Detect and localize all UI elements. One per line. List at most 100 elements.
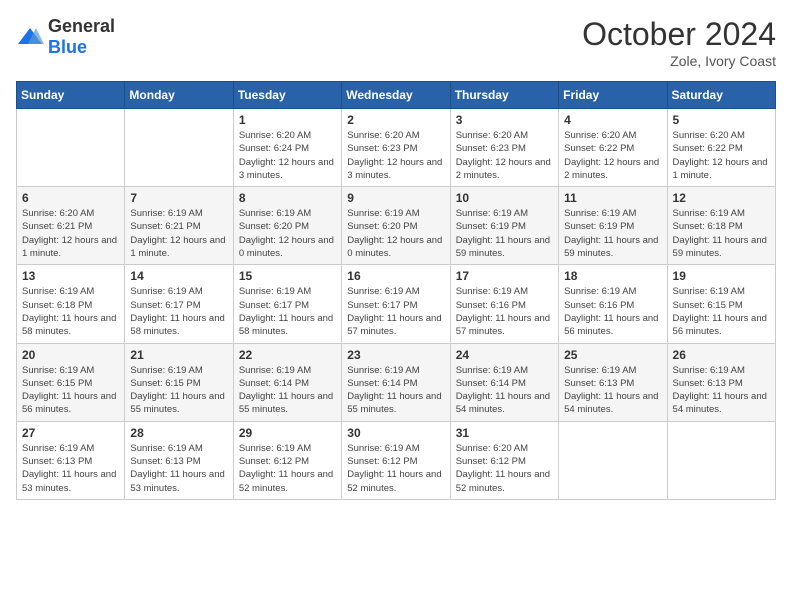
day-number: 15 xyxy=(239,269,336,283)
cell-content: Sunrise: 6:19 AM Sunset: 6:17 PM Dayligh… xyxy=(347,285,444,338)
calendar-cell: 14 Sunrise: 6:19 AM Sunset: 6:17 PM Dayli… xyxy=(125,265,233,343)
cell-content: Sunrise: 6:19 AM Sunset: 6:13 PM Dayligh… xyxy=(564,364,661,417)
day-number: 25 xyxy=(564,348,661,362)
weekday-header-tuesday: Tuesday xyxy=(233,82,341,109)
cell-content: Sunrise: 6:19 AM Sunset: 6:15 PM Dayligh… xyxy=(673,285,770,338)
cell-content: Sunrise: 6:20 AM Sunset: 6:23 PM Dayligh… xyxy=(347,129,444,182)
calendar-header-row: SundayMondayTuesdayWednesdayThursdayFrid… xyxy=(17,82,776,109)
page-header: General Blue October 2024 Zole, Ivory Co… xyxy=(16,16,776,69)
calendar-cell: 3 Sunrise: 6:20 AM Sunset: 6:23 PM Daylig… xyxy=(450,109,558,187)
calendar-cell: 1 Sunrise: 6:20 AM Sunset: 6:24 PM Daylig… xyxy=(233,109,341,187)
weekday-header-wednesday: Wednesday xyxy=(342,82,450,109)
day-number: 3 xyxy=(456,113,553,127)
day-number: 1 xyxy=(239,113,336,127)
calendar-week-row: 1 Sunrise: 6:20 AM Sunset: 6:24 PM Daylig… xyxy=(17,109,776,187)
cell-content: Sunrise: 6:19 AM Sunset: 6:13 PM Dayligh… xyxy=(673,364,770,417)
day-number: 22 xyxy=(239,348,336,362)
day-number: 6 xyxy=(22,191,119,205)
calendar-cell: 21Sunrise: 6:19 AM Sunset: 6:15 PM Dayli… xyxy=(125,343,233,421)
cell-content: Sunrise: 6:19 AM Sunset: 6:12 PM Dayligh… xyxy=(239,442,336,495)
calendar-cell xyxy=(667,421,775,499)
calendar-cell: 22 Sunrise: 6:19 AM Sunset: 6:14 PM Dayli… xyxy=(233,343,341,421)
weekday-header-saturday: Saturday xyxy=(667,82,775,109)
day-number: 8 xyxy=(239,191,336,205)
day-number: 16 xyxy=(347,269,444,283)
cell-content: Sunrise: 6:19 AM Sunset: 6:21 PM Dayligh… xyxy=(130,207,227,260)
calendar-cell: 10 Sunrise: 6:19 AM Sunset: 6:19 PM Dayli… xyxy=(450,187,558,265)
location-title: Zole, Ivory Coast xyxy=(582,53,776,69)
day-number: 12 xyxy=(673,191,770,205)
calendar-table: SundayMondayTuesdayWednesdayThursdayFrid… xyxy=(16,81,776,500)
cell-content: Sunrise: 6:19 AM Sunset: 6:17 PM Dayligh… xyxy=(130,285,227,338)
calendar-cell: 11 Sunrise: 6:19 AM Sunset: 6:19 PM Dayli… xyxy=(559,187,667,265)
cell-content: Sunrise: 6:20 AM Sunset: 6:22 PM Dayligh… xyxy=(673,129,770,182)
day-number: 4 xyxy=(564,113,661,127)
logo-icon xyxy=(16,26,44,48)
day-number: 31 xyxy=(456,426,553,440)
cell-content: Sunrise: 6:20 AM Sunset: 6:21 PM Dayligh… xyxy=(22,207,119,260)
calendar-week-row: 27 Sunrise: 6:19 AM Sunset: 6:13 PM Dayli… xyxy=(17,421,776,499)
cell-content: Sunrise: 6:19 AM Sunset: 6:16 PM Dayligh… xyxy=(456,285,553,338)
cell-content: Sunrise: 6:19 AM Sunset: 6:15 PM Dayligh… xyxy=(22,364,119,417)
day-number: 13 xyxy=(22,269,119,283)
day-number: 18 xyxy=(564,269,661,283)
calendar-cell: 29Sunrise: 6:19 AM Sunset: 6:12 PM Dayli… xyxy=(233,421,341,499)
day-number: 2 xyxy=(347,113,444,127)
cell-content: Sunrise: 6:19 AM Sunset: 6:18 PM Dayligh… xyxy=(22,285,119,338)
calendar-cell: 18 Sunrise: 6:19 AM Sunset: 6:16 PM Dayli… xyxy=(559,265,667,343)
calendar-cell: 27 Sunrise: 6:19 AM Sunset: 6:13 PM Dayli… xyxy=(17,421,125,499)
calendar-cell: 31Sunrise: 6:20 AM Sunset: 6:12 PM Dayli… xyxy=(450,421,558,499)
cell-content: Sunrise: 6:20 AM Sunset: 6:24 PM Dayligh… xyxy=(239,129,336,182)
calendar-cell: 16 Sunrise: 6:19 AM Sunset: 6:17 PM Dayli… xyxy=(342,265,450,343)
calendar-cell: 26Sunrise: 6:19 AM Sunset: 6:13 PM Dayli… xyxy=(667,343,775,421)
day-number: 20 xyxy=(22,348,119,362)
day-number: 23 xyxy=(347,348,444,362)
day-number: 7 xyxy=(130,191,227,205)
day-number: 27 xyxy=(22,426,119,440)
calendar-cell: 5 Sunrise: 6:20 AM Sunset: 6:22 PM Daylig… xyxy=(667,109,775,187)
calendar-cell: 12 Sunrise: 6:19 AM Sunset: 6:18 PM Dayli… xyxy=(667,187,775,265)
day-number: 9 xyxy=(347,191,444,205)
cell-content: Sunrise: 6:19 AM Sunset: 6:14 PM Dayligh… xyxy=(239,364,336,417)
day-number: 28 xyxy=(130,426,227,440)
cell-content: Sunrise: 6:20 AM Sunset: 6:23 PM Dayligh… xyxy=(456,129,553,182)
calendar-cell: 17 Sunrise: 6:19 AM Sunset: 6:16 PM Dayli… xyxy=(450,265,558,343)
cell-content: Sunrise: 6:19 AM Sunset: 6:18 PM Dayligh… xyxy=(673,207,770,260)
logo-general: General xyxy=(48,16,115,36)
day-number: 11 xyxy=(564,191,661,205)
calendar-week-row: 13 Sunrise: 6:19 AM Sunset: 6:18 PM Dayli… xyxy=(17,265,776,343)
cell-content: Sunrise: 6:19 AM Sunset: 6:13 PM Dayligh… xyxy=(130,442,227,495)
calendar-cell: 23Sunrise: 6:19 AM Sunset: 6:14 PM Dayli… xyxy=(342,343,450,421)
calendar-cell: 4Sunrise: 6:20 AM Sunset: 6:22 PM Daylig… xyxy=(559,109,667,187)
calendar-cell: 24Sunrise: 6:19 AM Sunset: 6:14 PM Dayli… xyxy=(450,343,558,421)
weekday-header-sunday: Sunday xyxy=(17,82,125,109)
calendar-cell: 9Sunrise: 6:19 AM Sunset: 6:20 PM Daylig… xyxy=(342,187,450,265)
calendar-cell: 25 Sunrise: 6:19 AM Sunset: 6:13 PM Dayli… xyxy=(559,343,667,421)
cell-content: Sunrise: 6:19 AM Sunset: 6:19 PM Dayligh… xyxy=(564,207,661,260)
logo-text: General Blue xyxy=(48,16,115,58)
calendar-cell: 20 Sunrise: 6:19 AM Sunset: 6:15 PM Dayli… xyxy=(17,343,125,421)
calendar-cell xyxy=(17,109,125,187)
cell-content: Sunrise: 6:19 AM Sunset: 6:20 PM Dayligh… xyxy=(239,207,336,260)
cell-content: Sunrise: 6:19 AM Sunset: 6:17 PM Dayligh… xyxy=(239,285,336,338)
calendar-body: 1 Sunrise: 6:20 AM Sunset: 6:24 PM Daylig… xyxy=(17,109,776,500)
cell-content: Sunrise: 6:19 AM Sunset: 6:15 PM Dayligh… xyxy=(130,364,227,417)
day-number: 14 xyxy=(130,269,227,283)
calendar-cell: 19Sunrise: 6:19 AM Sunset: 6:15 PM Dayli… xyxy=(667,265,775,343)
day-number: 5 xyxy=(673,113,770,127)
cell-content: Sunrise: 6:19 AM Sunset: 6:19 PM Dayligh… xyxy=(456,207,553,260)
calendar-cell: 13 Sunrise: 6:19 AM Sunset: 6:18 PM Dayli… xyxy=(17,265,125,343)
calendar-week-row: 20 Sunrise: 6:19 AM Sunset: 6:15 PM Dayli… xyxy=(17,343,776,421)
cell-content: Sunrise: 6:19 AM Sunset: 6:13 PM Dayligh… xyxy=(22,442,119,495)
title-block: October 2024 Zole, Ivory Coast xyxy=(582,16,776,69)
calendar-cell: 7 Sunrise: 6:19 AM Sunset: 6:21 PM Daylig… xyxy=(125,187,233,265)
cell-content: Sunrise: 6:19 AM Sunset: 6:16 PM Dayligh… xyxy=(564,285,661,338)
day-number: 24 xyxy=(456,348,553,362)
logo: General Blue xyxy=(16,16,115,58)
day-number: 17 xyxy=(456,269,553,283)
calendar-cell: 28 Sunrise: 6:19 AM Sunset: 6:13 PM Dayli… xyxy=(125,421,233,499)
logo-blue: Blue xyxy=(48,37,87,57)
day-number: 30 xyxy=(347,426,444,440)
calendar-cell xyxy=(125,109,233,187)
day-number: 10 xyxy=(456,191,553,205)
